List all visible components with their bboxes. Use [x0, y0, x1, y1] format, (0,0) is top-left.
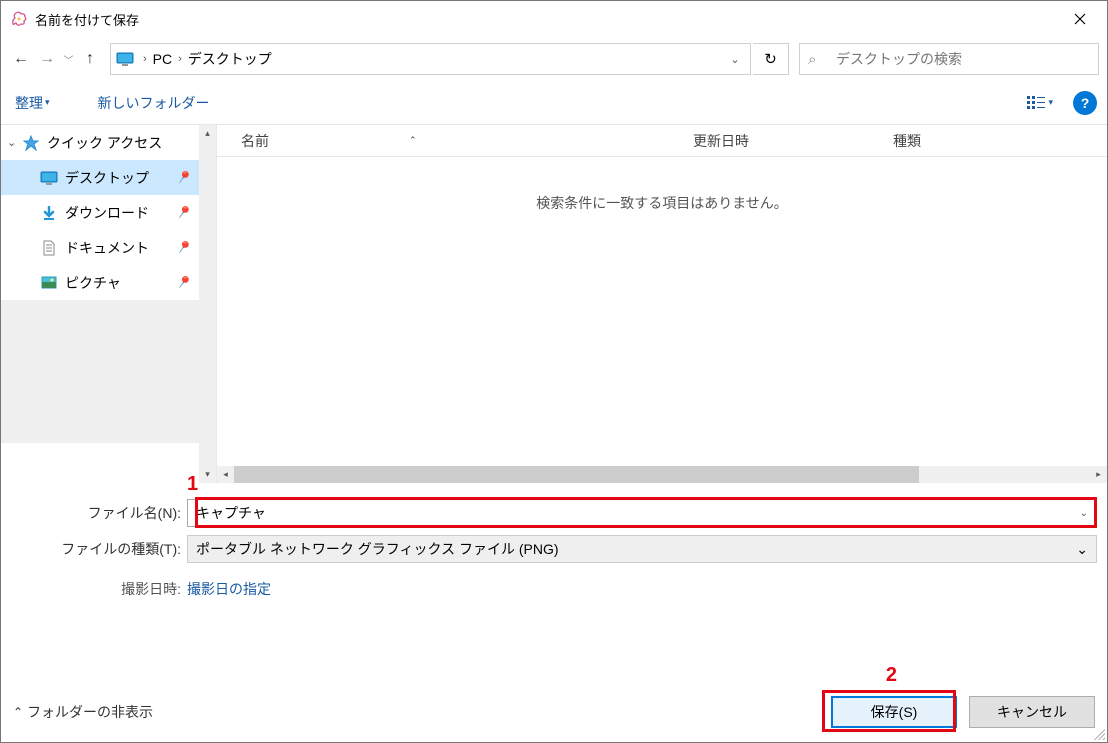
scroll-up-icon[interactable]: ▴ — [199, 125, 216, 142]
sidebar-item-documents[interactable]: ドキュメント 📍 — [1, 230, 199, 265]
sidebar-item-label: ピクチャ — [65, 273, 121, 293]
view-details-icon — [1026, 95, 1046, 111]
breadcrumb-separator-icon: › — [176, 53, 184, 65]
sidebar: ⌄ クイック アクセス デスクトップ 📍 ダウンロード 📍 ドキュメント 📍 — [1, 125, 216, 483]
pin-icon: 📍 — [172, 271, 194, 293]
download-arrow-icon — [39, 206, 59, 220]
hide-folders-toggle[interactable]: ⌃ フォルダーの非表示 — [13, 702, 153, 722]
footer: ⌃ フォルダーの非表示 保存(S) キャンセル 2 — [1, 682, 1107, 742]
filetype-select[interactable]: ポータブル ネットワーク グラフィックス ファイル (PNG) ⌄ — [187, 535, 1097, 563]
scroll-left-icon[interactable]: ◂ — [217, 466, 234, 483]
toolbar: 整理▾ 新しいフォルダー ▾ ? — [1, 81, 1107, 125]
search-box[interactable]: ⌕ — [799, 43, 1099, 75]
resize-grip[interactable] — [1093, 728, 1105, 740]
organize-menu[interactable]: 整理▾ — [11, 89, 54, 117]
filename-input[interactable]: キャプチャ ⌄ — [187, 499, 1097, 527]
shoot-date-label: 撮影日時: — [11, 579, 187, 599]
search-input[interactable] — [836, 51, 1090, 67]
navigation-row: ← → ﹀ ↑ › PC › デスクトップ ⌄ ↻ ⌕ — [1, 37, 1107, 81]
view-options-button[interactable]: ▾ — [1022, 93, 1057, 113]
column-type[interactable]: 種類 — [869, 131, 1107, 151]
save-button[interactable]: 保存(S) — [831, 696, 957, 728]
close-icon — [1074, 13, 1086, 25]
hide-folders-label: フォルダーの非表示 — [27, 702, 153, 722]
sidebar-item-label: ダウンロード — [65, 203, 149, 223]
back-button[interactable]: ← — [9, 45, 33, 73]
new-folder-button[interactable]: 新しいフォルダー — [94, 89, 214, 117]
sidebar-item-pictures[interactable]: ピクチャ 📍 — [1, 265, 199, 300]
location-monitor-icon — [115, 51, 135, 67]
sort-indicator-icon: ⌃ — [409, 135, 417, 146]
chevron-down-icon[interactable]: ⌄ — [1076, 541, 1088, 558]
filetype-label: ファイルの種類(T): — [11, 539, 187, 559]
app-icon — [9, 9, 29, 29]
filetype-row: ファイルの種類(T): ポータブル ネットワーク グラフィックス ファイル (P… — [11, 531, 1097, 567]
address-bar[interactable]: › PC › デスクトップ ⌄ — [110, 43, 751, 75]
sidebar-item-label: デスクトップ — [65, 168, 149, 188]
column-date[interactable]: 更新日時 — [669, 131, 869, 151]
breadcrumb-separator-icon: › — [141, 53, 149, 65]
pin-icon: 📍 — [172, 236, 194, 258]
filename-label: ファイル名(N): — [11, 503, 187, 523]
picture-icon — [39, 276, 59, 289]
sidebar-item-quick-access[interactable]: ⌄ クイック アクセス — [1, 125, 199, 160]
column-name[interactable]: 名前⌃ — [217, 131, 669, 151]
empty-message: 検索条件に一致する項目はありません。 — [217, 193, 1107, 213]
star-icon — [21, 135, 41, 151]
monitor-icon — [39, 171, 59, 185]
search-icon: ⌕ — [808, 51, 826, 68]
filename-row: ファイル名(N): キャプチャ ⌄ 1 — [11, 495, 1097, 531]
main-area: ⌄ クイック アクセス デスクトップ 📍 ダウンロード 📍 ドキュメント 📍 — [1, 125, 1107, 483]
scroll-right-icon[interactable]: ▸ — [1090, 466, 1107, 483]
filetype-value: ポータブル ネットワーク グラフィックス ファイル (PNG) — [196, 539, 559, 559]
expander-icon[interactable]: ⌄ — [7, 136, 21, 149]
window-title: 名前を付けて保存 — [35, 10, 1057, 29]
breadcrumb-pc[interactable]: PC — [149, 51, 176, 67]
address-dropdown[interactable]: ⌄ — [724, 53, 746, 66]
chevron-down-icon[interactable]: ⌄ — [1080, 508, 1088, 519]
scroll-track[interactable] — [234, 466, 1090, 483]
recent-dropdown[interactable]: ﹀ — [61, 45, 76, 73]
scroll-thumb[interactable] — [234, 466, 919, 483]
cancel-button[interactable]: キャンセル — [969, 696, 1095, 728]
form-area: ファイル名(N): キャプチャ ⌄ 1 ファイルの種類(T): ポータブル ネッ… — [1, 483, 1107, 611]
sidebar-filler — [1, 300, 199, 443]
pin-icon: 📍 — [172, 166, 194, 188]
sidebar-item-downloads[interactable]: ダウンロード 📍 — [1, 195, 199, 230]
column-headers: 名前⌃ 更新日時 種類 — [217, 125, 1107, 157]
specify-date-link[interactable]: 撮影日の指定 — [187, 579, 271, 599]
annotation-label-2: 2 — [886, 664, 897, 687]
sidebar-item-desktop[interactable]: デスクトップ 📍 — [1, 160, 199, 195]
filename-value: キャプチャ — [196, 503, 266, 523]
breadcrumb-desktop[interactable]: デスクトップ — [184, 49, 276, 69]
sidebar-item-label: ドキュメント — [65, 238, 149, 258]
shoot-date-row: 撮影日時: 撮影日の指定 — [11, 567, 1097, 611]
title-bar: 名前を付けて保存 — [1, 1, 1107, 37]
document-icon — [39, 240, 59, 256]
refresh-button[interactable]: ↻ — [753, 43, 789, 75]
horizontal-scrollbar[interactable]: ◂ ▸ — [217, 466, 1107, 483]
chevron-up-icon: ⌃ — [13, 705, 23, 719]
file-list: 名前⌃ 更新日時 種類 検索条件に一致する項目はありません。 ◂ ▸ — [216, 125, 1107, 483]
sidebar-item-label: クイック アクセス — [47, 133, 162, 153]
sidebar-scrollbar[interactable]: ▴ ▾ — [199, 125, 216, 483]
scroll-down-icon[interactable]: ▾ — [199, 466, 216, 483]
forward-button: → — [35, 45, 59, 73]
up-button[interactable]: ↑ — [78, 45, 102, 73]
pin-icon: 📍 — [172, 201, 194, 223]
close-button[interactable] — [1057, 4, 1103, 34]
help-button[interactable]: ? — [1073, 91, 1097, 115]
